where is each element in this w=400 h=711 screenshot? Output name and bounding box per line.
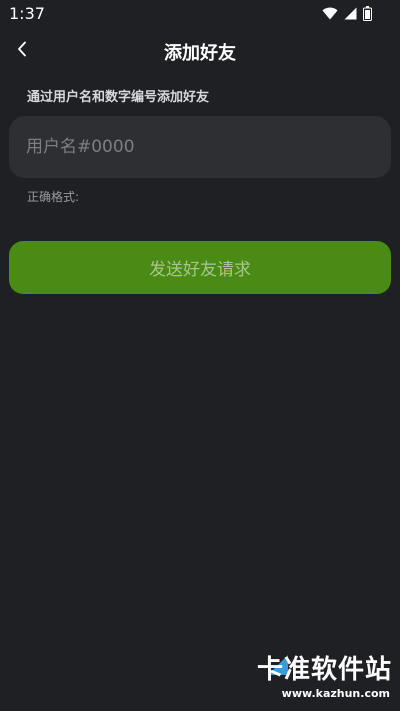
status-time: 1:37 [9, 4, 45, 23]
format-label: 正确格式: [27, 190, 80, 204]
page-title: 添加好友 [164, 43, 236, 64]
add-friend-screen: 1:37 添加好友 通过用户名和数字编号添加好友 用户名#0000 正确格式: … [0, 0, 400, 711]
watermark-title: 卡准软件站 [256, 655, 392, 685]
watermark: 卡准软件站 www.kazhun.com [236, 649, 396, 709]
status-bar: 1:37 [0, 0, 400, 28]
send-friend-request-button[interactable]: 发送好友请求 [9, 241, 391, 294]
username-input-container [9, 116, 391, 178]
instruction-text: 通过用户名和数字编号添加好友 [27, 90, 210, 105]
status-icons [322, 6, 372, 21]
app-header: 添加好友 [0, 28, 400, 76]
battery-icon [363, 6, 372, 21]
watermark-url: www.kazhun.com [281, 687, 390, 700]
cellular-signal-icon [344, 7, 357, 20]
username-input[interactable] [26, 116, 376, 178]
wifi-icon [322, 7, 338, 20]
